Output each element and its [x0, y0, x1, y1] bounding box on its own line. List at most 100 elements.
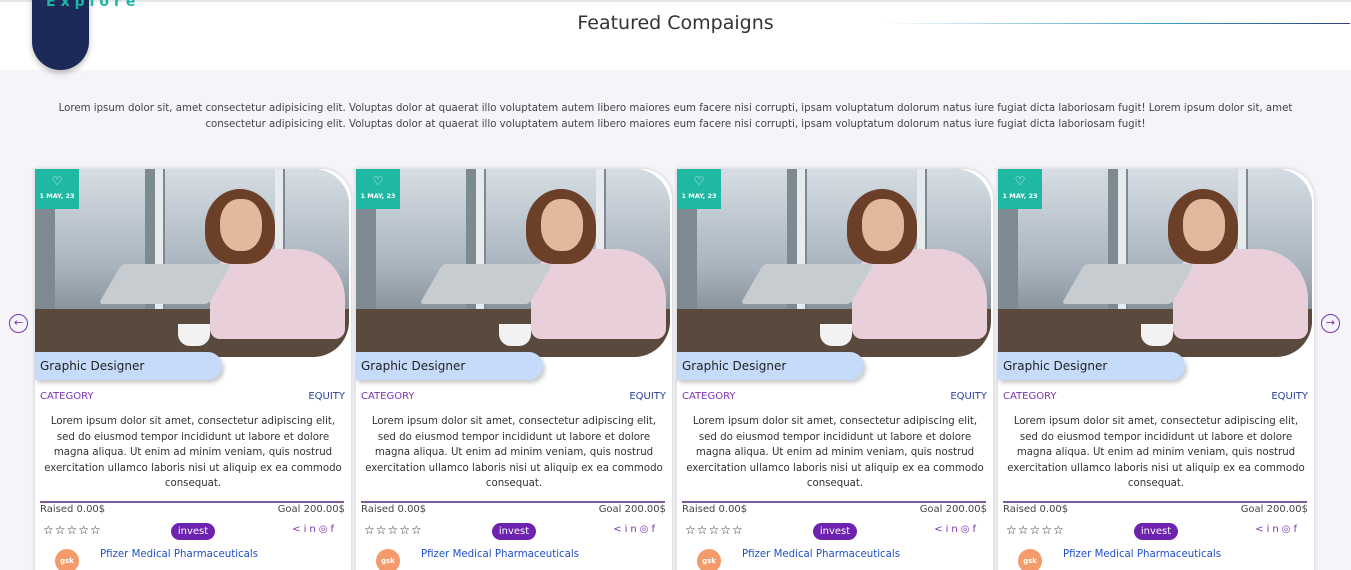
campaign-description: Lorem ipsum dolor sit amet, consectetur …: [1007, 416, 1305, 489]
org-name-link[interactable]: Pfizer Medical Pharmaceuticals: [1063, 549, 1221, 560]
funding-progress-bar: [361, 501, 665, 503]
instagram-icon[interactable]: ◎: [1282, 524, 1294, 535]
campaign-image[interactable]: [35, 169, 349, 357]
person-face: [862, 199, 904, 251]
date-badge: ♡ 1 MAY, 23: [356, 169, 400, 209]
invest-button[interactable]: invest: [171, 523, 215, 540]
star-rating[interactable]: ☆☆☆☆☆: [1006, 523, 1065, 537]
campaign-title[interactable]: Graphic Designer: [35, 352, 222, 380]
campaign-description: Lorem ipsum dolor sit amet, consectetur …: [365, 416, 663, 489]
org-logo: gsk: [55, 549, 79, 570]
campaign-type[interactable]: EQUITY: [629, 391, 666, 402]
share-icon[interactable]: <: [613, 524, 624, 535]
raised-amount: Raised 0.00$: [1003, 504, 1069, 515]
campaign-image[interactable]: [998, 169, 1312, 357]
funding-progress-bar: [40, 501, 344, 503]
laptop: [1061, 264, 1195, 304]
linkedin-icon[interactable]: in: [1267, 524, 1282, 535]
social-links: <in◎f: [613, 524, 658, 535]
campaign-date: 1 MAY, 23: [1002, 192, 1038, 200]
star-rating[interactable]: ☆☆☆☆☆: [43, 523, 102, 537]
org-name-link[interactable]: Pfizer Medical Pharmaceuticals: [421, 549, 579, 560]
share-icon[interactable]: <: [292, 524, 303, 535]
campaign-title[interactable]: Graphic Designer: [998, 352, 1185, 380]
arrow-left-icon: ←: [13, 316, 24, 329]
campaign-description: Lorem ipsum dolor sit amet, consectetur …: [44, 416, 342, 489]
explore-label[interactable]: Explore: [46, 0, 140, 10]
raised-amount: Raised 0.00$: [40, 504, 106, 515]
heart-icon[interactable]: ♡: [677, 173, 721, 189]
laptop: [98, 264, 232, 304]
person-face: [1183, 199, 1225, 251]
goal-amount: Goal 200.00$: [277, 504, 345, 515]
invest-button[interactable]: invest: [492, 523, 536, 540]
invest-button[interactable]: invest: [813, 523, 857, 540]
person-face: [220, 199, 262, 251]
campaign-title[interactable]: Graphic Designer: [356, 352, 543, 380]
campaign-type[interactable]: EQUITY: [308, 391, 345, 402]
campaign-card[interactable]: ♡ 1 MAY, 23 Graphic Designer CATEGORY EQ…: [998, 169, 1314, 570]
raised-amount: Raised 0.00$: [682, 504, 748, 515]
linkedin-icon[interactable]: in: [625, 524, 640, 535]
campaign-category[interactable]: CATEGORY: [361, 391, 415, 402]
social-links: <in◎f: [292, 524, 337, 535]
facebook-icon[interactable]: f: [330, 524, 337, 535]
campaign-category[interactable]: CATEGORY: [40, 391, 94, 402]
goal-amount: Goal 200.00$: [919, 504, 987, 515]
laptop: [419, 264, 553, 304]
campaign-date: 1 MAY, 23: [681, 192, 717, 200]
date-badge: ♡ 1 MAY, 23: [677, 169, 721, 209]
heart-icon[interactable]: ♡: [356, 173, 400, 189]
org-name-link[interactable]: Pfizer Medical Pharmaceuticals: [100, 549, 258, 560]
laptop: [740, 264, 874, 304]
org-logo: gsk: [376, 549, 400, 570]
campaign-category[interactable]: CATEGORY: [682, 391, 736, 402]
explore-tab[interactable]: [32, 0, 89, 70]
coffee-cup: [1141, 324, 1173, 346]
invest-button[interactable]: invest: [1134, 523, 1178, 540]
share-icon[interactable]: <: [1255, 524, 1266, 535]
campaign-card[interactable]: ♡ 1 MAY, 23 Graphic Designer CATEGORY EQ…: [35, 169, 351, 570]
heart-icon[interactable]: ♡: [35, 173, 79, 189]
facebook-icon[interactable]: f: [651, 524, 658, 535]
campaign-type[interactable]: EQUITY: [950, 391, 987, 402]
carousel-next-button[interactable]: →: [1321, 314, 1340, 333]
date-badge: ♡ 1 MAY, 23: [998, 169, 1042, 209]
social-links: <in◎f: [1255, 524, 1300, 535]
date-badge: ♡ 1 MAY, 23: [35, 169, 79, 209]
org-logo: gsk: [697, 549, 721, 570]
instagram-icon[interactable]: ◎: [319, 524, 331, 535]
linkedin-icon[interactable]: in: [946, 524, 961, 535]
facebook-icon[interactable]: f: [1293, 524, 1300, 535]
campaign-card[interactable]: ♡ 1 MAY, 23 Graphic Designer CATEGORY EQ…: [356, 169, 672, 570]
org-name-link[interactable]: Pfizer Medical Pharmaceuticals: [742, 549, 900, 560]
org-logo: gsk: [1018, 549, 1042, 570]
raised-amount: Raised 0.00$: [361, 504, 427, 515]
header-divider: [0, 0, 1351, 2]
coffee-cup: [178, 324, 210, 346]
person-face: [541, 199, 583, 251]
title-decoration-line: [880, 23, 1350, 24]
heart-icon[interactable]: ♡: [998, 173, 1042, 189]
star-rating[interactable]: ☆☆☆☆☆: [685, 523, 744, 537]
campaign-date: 1 MAY, 23: [39, 192, 75, 200]
star-rating[interactable]: ☆☆☆☆☆: [364, 523, 423, 537]
linkedin-icon[interactable]: in: [304, 524, 319, 535]
arrow-right-icon: →: [1325, 316, 1336, 329]
goal-amount: Goal 200.00$: [1240, 504, 1308, 515]
campaign-image[interactable]: [356, 169, 670, 357]
instagram-icon[interactable]: ◎: [961, 524, 973, 535]
facebook-icon[interactable]: f: [972, 524, 979, 535]
instagram-icon[interactable]: ◎: [640, 524, 652, 535]
campaign-category[interactable]: CATEGORY: [1003, 391, 1057, 402]
carousel-prev-button[interactable]: ←: [9, 314, 28, 333]
share-icon[interactable]: <: [934, 524, 945, 535]
campaign-title[interactable]: Graphic Designer: [677, 352, 864, 380]
campaign-image[interactable]: [677, 169, 991, 357]
funding-progress-bar: [682, 501, 986, 503]
campaign-type[interactable]: EQUITY: [1271, 391, 1308, 402]
social-links: <in◎f: [934, 524, 979, 535]
campaign-card[interactable]: ♡ 1 MAY, 23 Graphic Designer CATEGORY EQ…: [677, 169, 993, 570]
coffee-cup: [499, 324, 531, 346]
coffee-cup: [820, 324, 852, 346]
